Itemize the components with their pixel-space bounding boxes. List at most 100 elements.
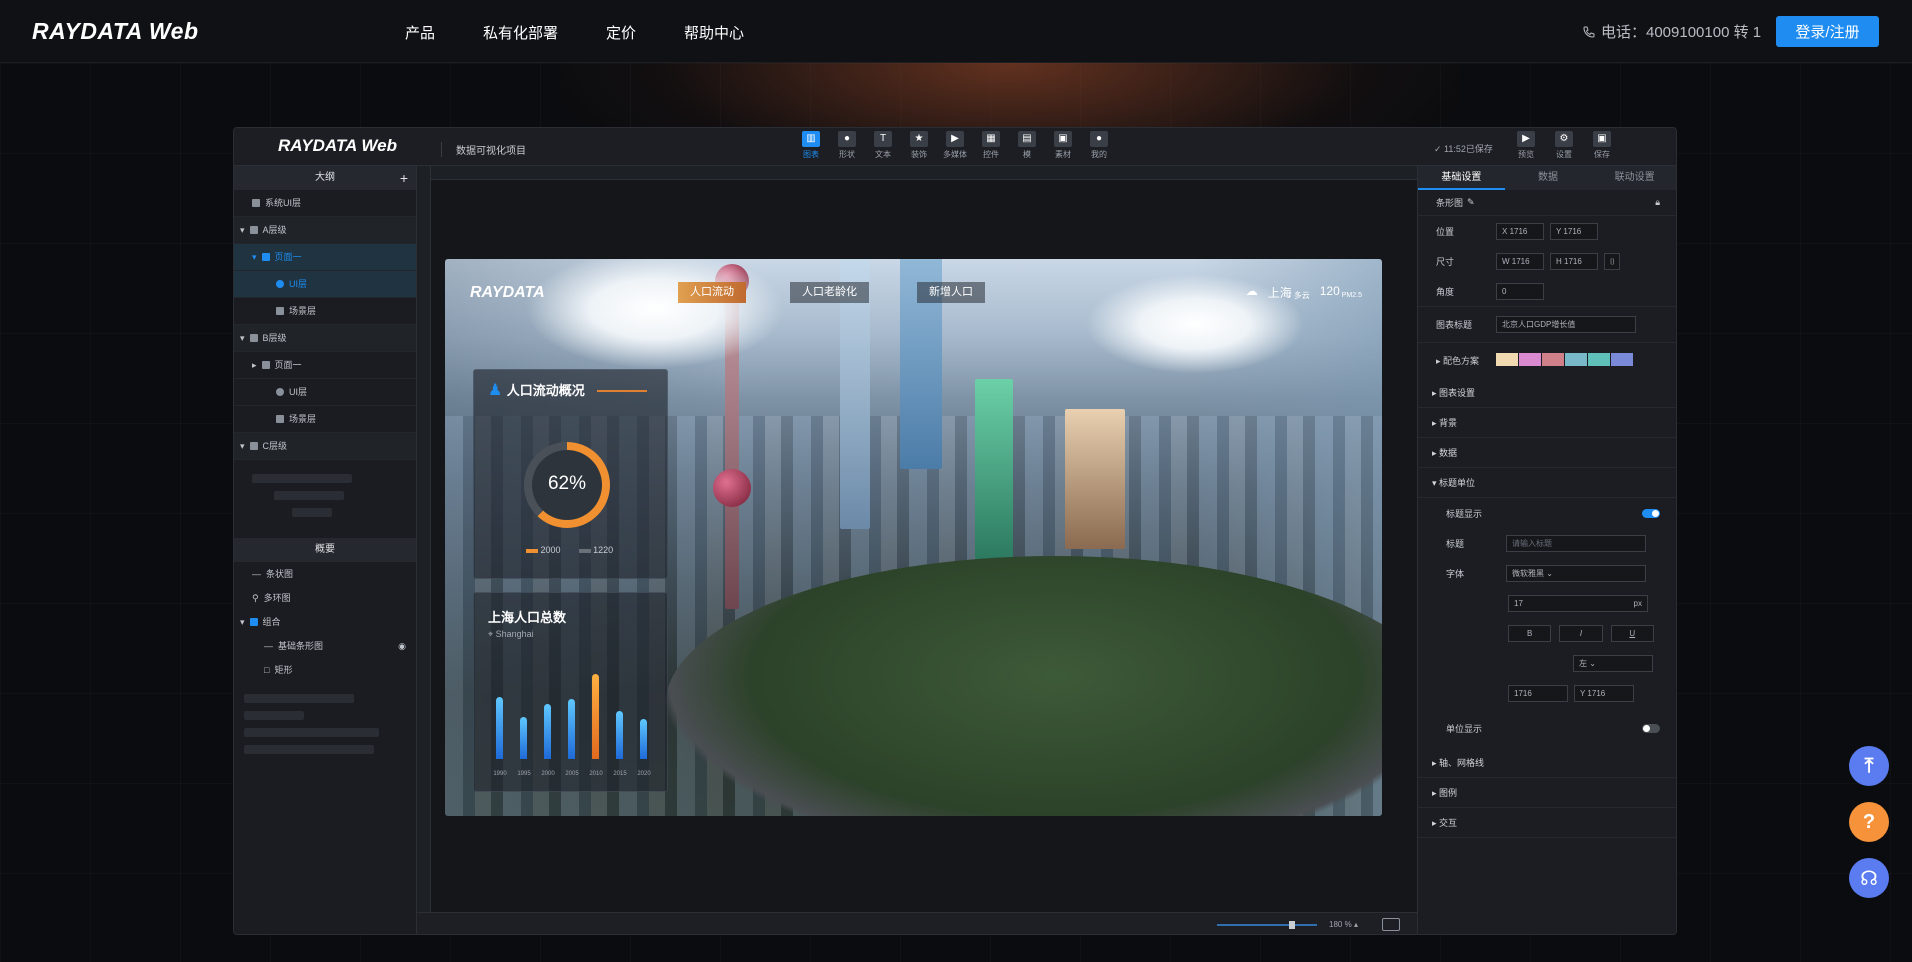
palette-swatch[interactable]	[1565, 353, 1587, 366]
edit-icon[interactable]: ✎	[1467, 197, 1475, 208]
zoom-slider-handle[interactable]	[1289, 921, 1295, 929]
settings-button[interactable]: ⚙ 设置	[1552, 131, 1576, 160]
pos-x-input[interactable]: X 1716	[1496, 222, 1544, 240]
help-button[interactable]: ?	[1849, 802, 1889, 842]
design-canvas[interactable]: RAYDATA 人口流动 人口老龄化 新增人口 ☁ 上海 多云 120 PM2.…	[417, 166, 1417, 934]
star-icon: ★	[910, 131, 928, 147]
nav-pricing[interactable]: 定价	[606, 22, 636, 43]
nav-private-deploy[interactable]: 私有化部署	[483, 22, 558, 43]
palette-swatch[interactable]	[1588, 353, 1610, 366]
section-interaction[interactable]: ▸ 交互	[1418, 808, 1676, 838]
overview-item[interactable]: — 条状图	[234, 562, 416, 586]
project-name[interactable]: 数据可视化项目	[441, 142, 526, 157]
keyboard-icon[interactable]	[1382, 918, 1400, 931]
nav-products[interactable]: 产品	[405, 22, 435, 43]
tree-item[interactable]: 场景层	[234, 406, 416, 433]
add-icon[interactable]: +	[400, 166, 408, 190]
login-register-button[interactable]: 登录/注册	[1776, 16, 1879, 47]
scene-tab-new-population[interactable]: 新增人口	[917, 282, 985, 303]
palette-swatch[interactable]	[1542, 353, 1564, 366]
field-label: 尺寸	[1436, 256, 1455, 267]
unit-display-toggle[interactable]	[1642, 723, 1660, 733]
palette-swatch[interactable]	[1519, 353, 1541, 366]
eye-icon[interactable]: ◉	[398, 633, 406, 660]
tool-widget[interactable]: ▦ 控件	[979, 131, 1003, 160]
align-select[interactable]: 左 ⌄	[1573, 654, 1653, 672]
underline-button[interactable]: U	[1610, 624, 1654, 642]
tree-item[interactable]: ▸ 页面一	[234, 352, 416, 379]
width-input[interactable]: W 1716	[1496, 252, 1544, 270]
tree-item[interactable]: UI层	[234, 379, 416, 406]
offset-y-input[interactable]: Y 1716	[1574, 684, 1634, 702]
city-scene-preview[interactable]: RAYDATA 人口流动 人口老龄化 新增人口 ☁ 上海 多云 120 PM2.…	[445, 259, 1382, 816]
title-display-toggle[interactable]	[1642, 508, 1660, 518]
tool-material[interactable]: ▣ 素材	[1051, 131, 1075, 160]
title-input[interactable]: 请输入标题	[1506, 534, 1646, 552]
save-button[interactable]: ▣ 保存	[1590, 131, 1614, 160]
bold-button[interactable]: B	[1508, 624, 1552, 642]
tree-item[interactable]: ▾ B层级	[234, 325, 416, 352]
title-accent	[597, 389, 648, 392]
tree-item[interactable]: ▾ A层级	[234, 217, 416, 244]
field-label: ▸ 配色方案	[1436, 356, 1480, 366]
height-input[interactable]: H 1716	[1550, 252, 1598, 270]
tool-media[interactable]: ▶ 多媒体	[943, 131, 967, 160]
aspect-lock-icon[interactable]: ⌷	[1604, 252, 1620, 270]
section-axis-grid[interactable]: ▸ 轴、网格线	[1418, 748, 1676, 778]
lock-icon[interactable]: 🔒︎	[1655, 197, 1660, 208]
italic-button[interactable]: I	[1559, 624, 1603, 642]
tab-data[interactable]: 数据	[1505, 166, 1592, 190]
section-legend[interactable]: ▸ 图例	[1418, 778, 1676, 808]
zoom-level[interactable]: 180 % ▴	[1329, 920, 1358, 929]
site-logo[interactable]: RAYDATA Web	[32, 18, 199, 45]
tool-shape[interactable]: ● 形状	[835, 131, 859, 160]
tool-chart[interactable]: ▥ 图表	[799, 131, 823, 160]
tree-item-selected[interactable]: UI层	[234, 271, 416, 298]
tree-item[interactable]: 场景层	[234, 298, 416, 325]
tool-template[interactable]: ▤ 模	[1015, 131, 1039, 160]
palette-swatch[interactable]	[1496, 353, 1518, 366]
overview-item[interactable]: — 基础条形图 ◉	[234, 634, 416, 658]
section-background[interactable]: ▸ 背景	[1418, 408, 1676, 438]
tool-label: 保存	[1594, 150, 1610, 159]
tool-decoration[interactable]: ★ 装饰	[907, 131, 931, 160]
tree-item[interactable]: 系统UI层	[234, 190, 416, 217]
population-flow-card[interactable]: ♟ 人口流动概况 62% 2000 1220	[473, 369, 668, 579]
tool-mine[interactable]: ● 我的	[1087, 131, 1111, 160]
overview-item[interactable]: ⚲ 多环图	[234, 586, 416, 610]
x-tick-label: 2010	[589, 771, 603, 777]
palette-swatch[interactable]	[1611, 353, 1633, 366]
palette-swatches[interactable]	[1496, 353, 1634, 368]
section-title-unit[interactable]: ▾ 标题单位	[1418, 468, 1676, 498]
properties-panel: 基础设置 数据 联动设置 条形图 ✎ 🔒︎ 位置 X 1716 Y 1716 尺寸 W…	[1417, 166, 1676, 934]
population-total-card[interactable]: 上海人口总数 ⌖ Shanghai 1990 1995 2000 2005 2010 20…	[473, 592, 668, 792]
preview-button[interactable]: ▶ 预览	[1514, 131, 1538, 160]
weather-city: 上海	[1267, 286, 1292, 300]
pos-y-input[interactable]: Y 1716	[1550, 222, 1598, 240]
zoom-slider[interactable]	[1217, 924, 1317, 926]
nav-help-center[interactable]: 帮助中心	[684, 22, 744, 43]
preview-icon: ▶	[1517, 131, 1535, 147]
skyscraper	[975, 379, 1013, 559]
overview-item[interactable]: ▾ 组合	[234, 610, 416, 634]
font-size-input[interactable]: 17 px	[1508, 594, 1648, 612]
overview-item-label: 多环图	[263, 592, 291, 603]
ui-layer-icon	[276, 388, 284, 396]
scene-tab-aging[interactable]: 人口老龄化	[790, 282, 869, 303]
section-chart-settings[interactable]: ▸ 图表设置	[1418, 378, 1676, 408]
tree-item-label: 场景层	[289, 413, 317, 424]
tool-text[interactable]: T 文本	[871, 131, 895, 160]
customer-service-button[interactable]: ☊	[1849, 858, 1889, 898]
chart-title-input[interactable]: 北京人口GDP增长值	[1496, 316, 1636, 333]
section-data[interactable]: ▸ 数据	[1418, 438, 1676, 468]
tree-item-selected[interactable]: ▾ 页面一	[234, 244, 416, 271]
angle-input[interactable]: 0	[1496, 282, 1544, 300]
back-to-top-button[interactable]: ⤒	[1849, 746, 1889, 786]
scene-tab-migration[interactable]: 人口流动	[678, 282, 746, 303]
offset-x-input[interactable]: 1716	[1508, 684, 1568, 702]
tree-item[interactable]: ▾ C层级	[234, 433, 416, 460]
tab-linkage[interactable]: 联动设置	[1591, 166, 1676, 190]
tab-basic-settings[interactable]: 基础设置	[1418, 166, 1505, 190]
overview-item[interactable]: □ 矩形	[234, 658, 416, 682]
font-select[interactable]: 微软雅黑 ⌄	[1506, 564, 1646, 582]
